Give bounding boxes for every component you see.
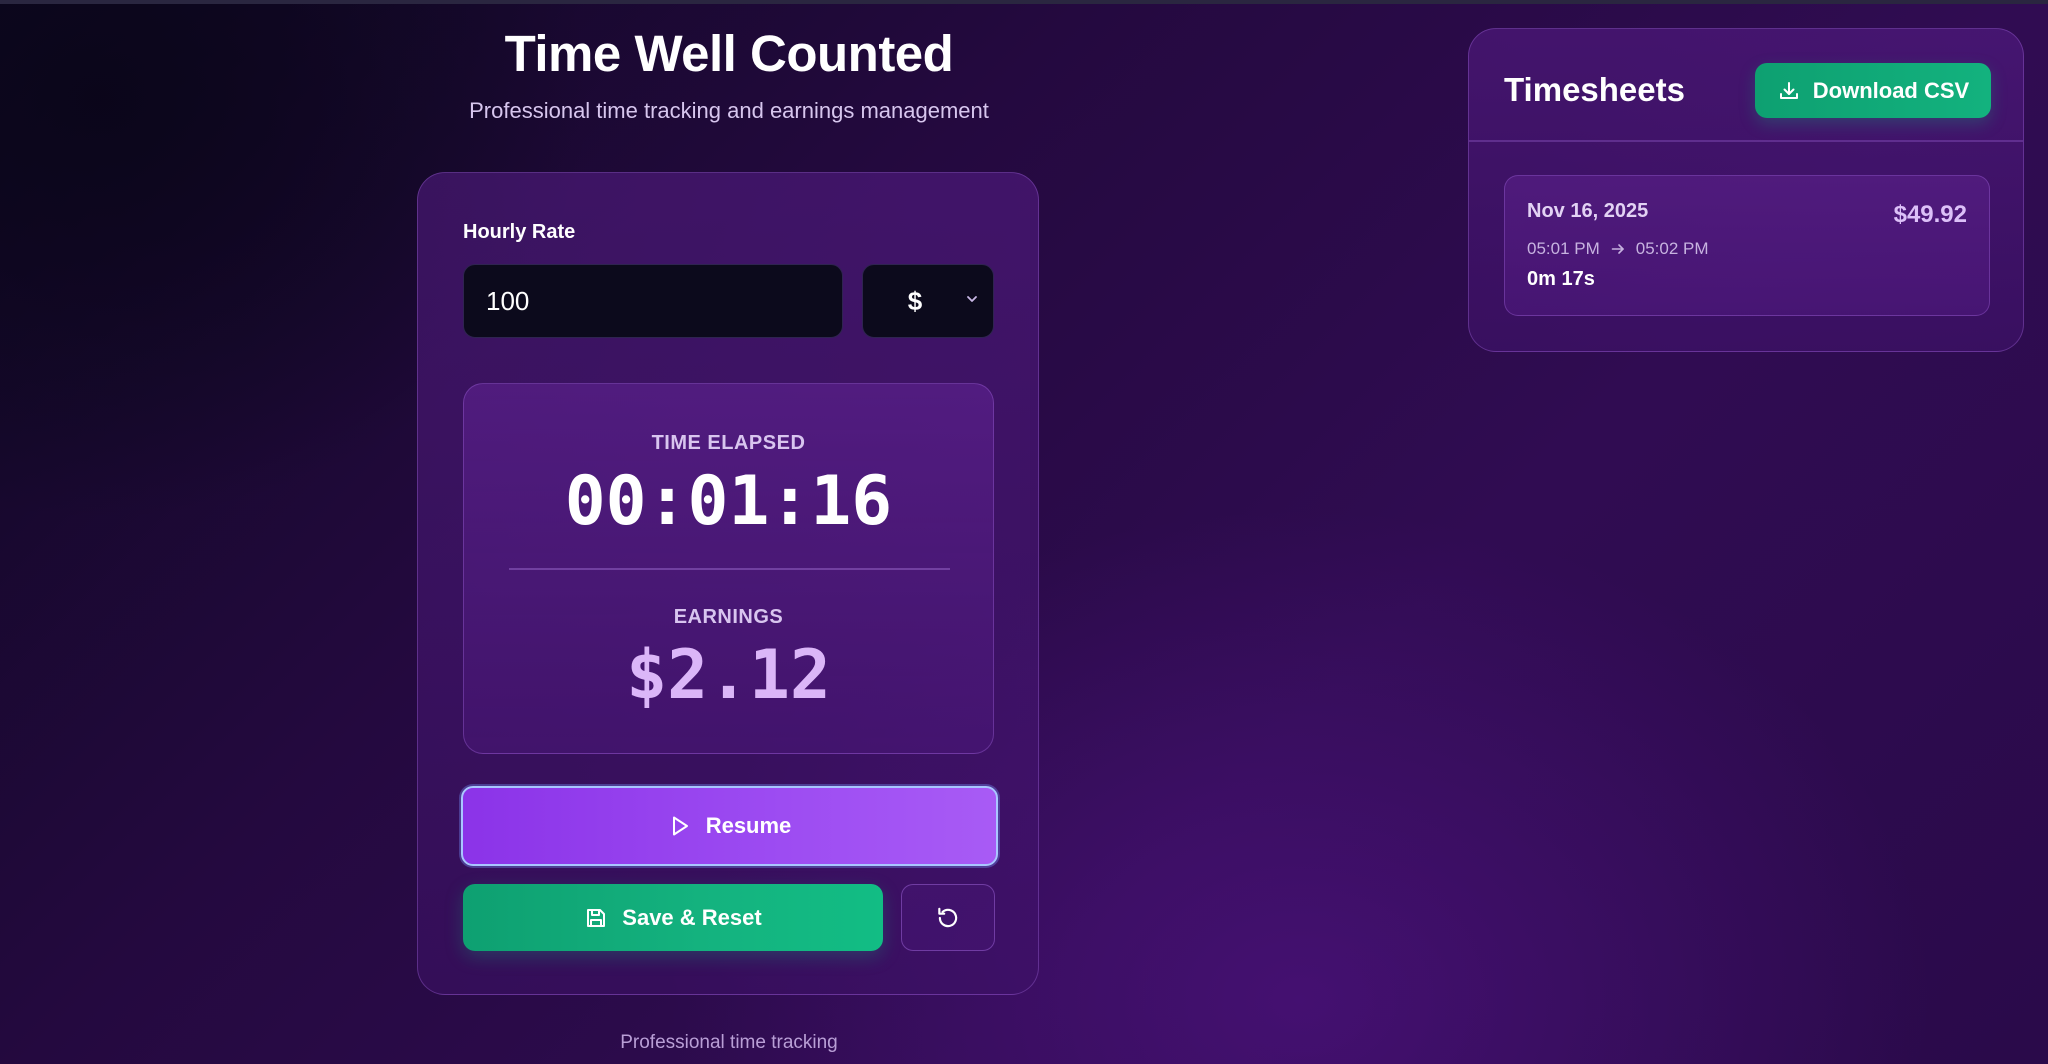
earnings-value: $2.12 bbox=[626, 636, 831, 715]
arrow-right-icon bbox=[1610, 241, 1626, 257]
page-subtitle: Professional time tracking and earnings … bbox=[469, 98, 989, 123]
entry-duration: 0m 17s bbox=[1527, 268, 1595, 290]
timesheets-divider bbox=[1469, 140, 2023, 142]
timer-divider bbox=[509, 568, 950, 570]
entry-end-time: 05:02 PM bbox=[1635, 239, 1709, 258]
earnings-label: EARNINGS bbox=[673, 606, 784, 628]
window-top-border bbox=[0, 0, 2048, 4]
play-icon bbox=[668, 814, 692, 838]
timesheets-card: Timesheets Download CSV Nov 16, 2025 $49… bbox=[1468, 28, 2024, 352]
save-reset-button[interactable]: Save & Reset bbox=[463, 884, 883, 951]
page-title: Time Well Counted bbox=[504, 25, 954, 82]
entry-time-range: 05:01 PM 05:02 PM bbox=[1527, 239, 1709, 259]
rotate-ccw-icon bbox=[935, 905, 961, 931]
timer-panel: TIME ELAPSED 00:01:16 EARNINGS $2.12 bbox=[463, 383, 994, 754]
hourly-rate-label: Hourly Rate bbox=[463, 221, 576, 243]
tracker-card: Hourly Rate $ TIME ELAPSED 00:01:16 EARN… bbox=[417, 172, 1039, 995]
timesheets-title: Timesheets bbox=[1504, 71, 1685, 108]
resume-button-label: Resume bbox=[705, 813, 792, 838]
save-reset-button-label: Save & Reset bbox=[622, 904, 762, 930]
download-csv-button[interactable]: Download CSV bbox=[1755, 63, 1991, 118]
time-elapsed-label: TIME ELAPSED bbox=[651, 432, 806, 454]
footer-text: Professional time tracking bbox=[620, 1032, 838, 1053]
time-elapsed-value: 00:01:16 bbox=[564, 462, 893, 541]
entry-amount: $49.92 bbox=[1893, 201, 1967, 228]
download-icon bbox=[1777, 79, 1801, 103]
save-icon bbox=[584, 906, 608, 930]
hourly-rate-input[interactable] bbox=[463, 264, 843, 338]
reset-button[interactable] bbox=[901, 884, 995, 951]
download-csv-button-label: Download CSV bbox=[1812, 77, 1970, 103]
timesheet-entry: Nov 16, 2025 $49.92 05:01 PM 05:02 PM 0m… bbox=[1504, 175, 1990, 316]
entry-start-time: 05:01 PM bbox=[1527, 239, 1600, 258]
chevron-down-icon bbox=[965, 292, 979, 306]
currency-select[interactable]: $ bbox=[862, 264, 994, 338]
currency-select-value: $ bbox=[907, 285, 923, 316]
resume-button[interactable]: Resume bbox=[461, 786, 998, 866]
entry-date: Nov 16, 2025 bbox=[1527, 200, 1649, 222]
